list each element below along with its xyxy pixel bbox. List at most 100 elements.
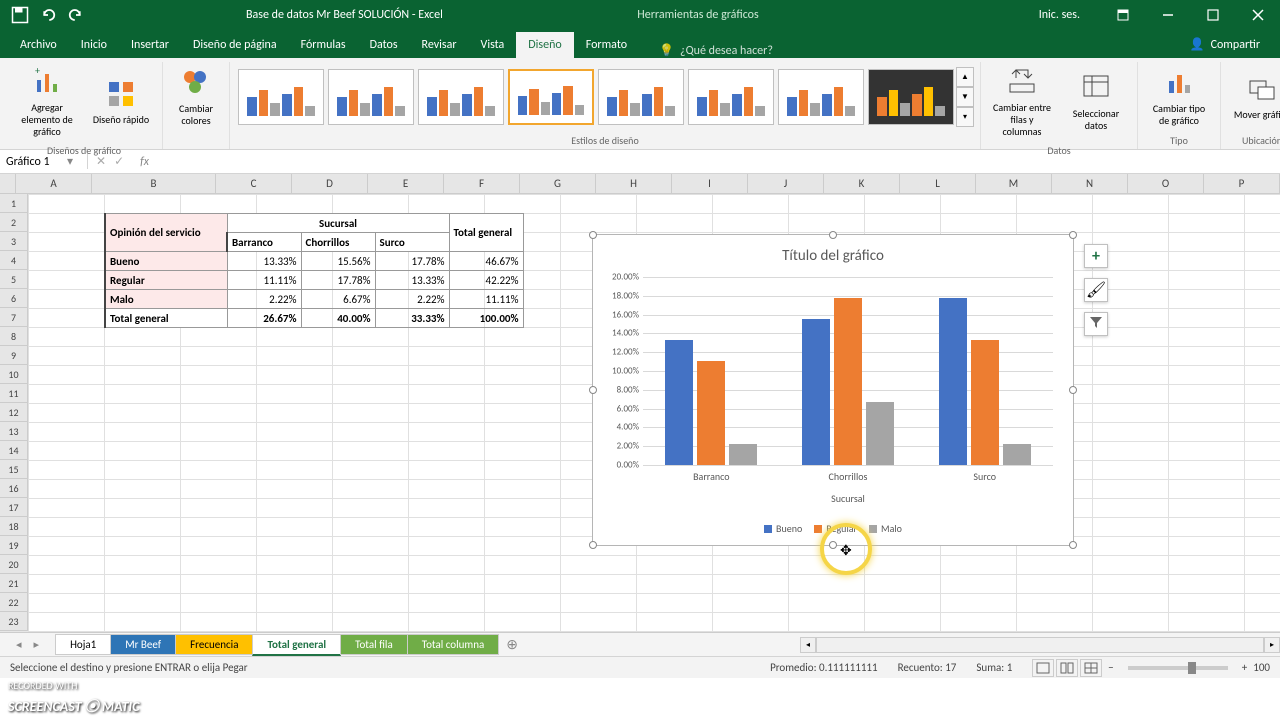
sheet-tab-hoja1[interactable]: Hoja1 [55, 634, 111, 655]
row-header-17[interactable]: 17 [0, 498, 28, 517]
fx-icon[interactable]: fx [132, 155, 157, 169]
cancel-formula-icon[interactable]: ✕ [96, 154, 106, 169]
sheet-tab-total-columna[interactable]: Total columna [407, 634, 500, 655]
chart-styles-gallery[interactable]: ▲▼▾ [236, 67, 974, 127]
ribbon-options-icon[interactable] [1100, 0, 1145, 30]
undo-icon[interactable] [38, 5, 58, 25]
row-header-2[interactable]: 2 [0, 213, 28, 232]
tab-diseno[interactable]: Diseño [516, 32, 573, 58]
row-header-4[interactable]: 4 [0, 251, 28, 270]
tab-revisar[interactable]: Revisar [410, 32, 469, 58]
chart-handle[interactable] [1069, 386, 1077, 394]
select-data-button[interactable]: Seleccionar datos [1061, 68, 1131, 136]
spreadsheet-grid[interactable]: 1234567891011121314151617181920212223 Op… [0, 194, 1280, 632]
styles-more-icon[interactable]: ▾ [956, 107, 974, 127]
column-header-A[interactable]: A [16, 174, 92, 193]
chart-handle[interactable] [1069, 231, 1077, 239]
row-header-21[interactable]: 21 [0, 574, 28, 593]
add-sheet-button[interactable]: ⊕ [498, 636, 526, 653]
column-header-M[interactable]: M [976, 174, 1052, 193]
hscroll-left-icon[interactable]: ◂ [800, 637, 816, 653]
row-header-19[interactable]: 19 [0, 536, 28, 555]
chart-style-7[interactable] [778, 69, 864, 125]
column-header-E[interactable]: E [368, 174, 444, 193]
chart-bar[interactable] [866, 402, 894, 465]
sign-in-link[interactable]: Inic. ses. [1039, 8, 1100, 22]
row-header-5[interactable]: 5 [0, 270, 28, 289]
column-header-N[interactable]: N [1052, 174, 1128, 193]
hscroll-track[interactable] [816, 637, 1264, 653]
tab-vista[interactable]: Vista [469, 32, 517, 58]
chart-style-6[interactable] [688, 69, 774, 125]
chart-handle[interactable] [829, 541, 837, 549]
column-header-F[interactable]: F [444, 174, 520, 193]
chart-bar[interactable] [802, 319, 830, 465]
chart-handle[interactable] [829, 231, 837, 239]
hscroll-right-icon[interactable]: ▸ [1264, 637, 1280, 653]
styles-scroll-down-icon[interactable]: ▼ [956, 87, 974, 107]
column-header-I[interactable]: I [672, 174, 748, 193]
name-box[interactable]: Gráfico 1 ▾ [0, 154, 88, 169]
column-header-K[interactable]: K [824, 174, 900, 193]
row-header-22[interactable]: 22 [0, 593, 28, 612]
column-header-G[interactable]: G [520, 174, 596, 193]
chart-bar[interactable] [939, 298, 967, 465]
name-box-dropdown-icon[interactable]: ▾ [67, 154, 81, 169]
accept-formula-icon[interactable]: ✓ [114, 154, 124, 169]
move-chart-button[interactable]: Mover gráfico [1227, 69, 1280, 125]
row-header-1[interactable]: 1 [0, 194, 28, 213]
column-header-H[interactable]: H [596, 174, 672, 193]
tab-formulas[interactable]: Fórmulas [289, 32, 358, 58]
change-colors-button[interactable]: Cambiar colores [169, 63, 223, 131]
row-header-3[interactable]: 3 [0, 232, 28, 251]
chart-handle[interactable] [1069, 541, 1077, 549]
column-header-J[interactable]: J [748, 174, 824, 193]
maximize-icon[interactable] [1190, 0, 1235, 30]
view-page-break-button[interactable] [1080, 659, 1102, 677]
row-header-20[interactable]: 20 [0, 555, 28, 574]
sheet-tab-mrbeef[interactable]: Mr Beef [110, 634, 176, 655]
chart-handle[interactable] [589, 541, 597, 549]
close-icon[interactable] [1235, 0, 1280, 30]
chart-style-4[interactable] [508, 69, 594, 125]
chart-x-axis-title[interactable]: Sucursal [643, 492, 1053, 505]
chart-bar[interactable] [834, 298, 862, 465]
column-header-L[interactable]: L [900, 174, 976, 193]
row-header-10[interactable]: 10 [0, 365, 28, 384]
sheet-nav-prev-icon[interactable]: ◂ [10, 638, 28, 651]
chart-style-2[interactable] [328, 69, 414, 125]
embedded-chart[interactable]: Título del gráfico 0.00%2.00%4.00%6.00%8… [592, 234, 1074, 546]
sheet-tab-total-fila[interactable]: Total fila [340, 634, 408, 655]
chart-styles-button[interactable]: 🖌 [1084, 278, 1108, 302]
add-chart-element-button[interactable]: + Agregar elemento de gráfico [12, 62, 82, 142]
chart-bar[interactable] [665, 340, 693, 465]
redo-icon[interactable] [66, 5, 86, 25]
share-button[interactable]: 👤 Compartir [1178, 31, 1272, 58]
tab-diseno-pagina[interactable]: Diseño de página [181, 32, 289, 58]
chart-handle[interactable] [589, 386, 597, 394]
row-header-14[interactable]: 14 [0, 441, 28, 460]
chart-style-3[interactable] [418, 69, 504, 125]
row-header-12[interactable]: 12 [0, 403, 28, 422]
tell-me-search[interactable]: 💡 ¿Qué desea hacer? [659, 43, 773, 58]
row-header-6[interactable]: 6 [0, 289, 28, 308]
chart-elements-button[interactable]: + [1084, 244, 1108, 268]
chart-bar[interactable] [729, 444, 757, 465]
column-header-B[interactable]: B [92, 174, 216, 193]
sheet-tab-total-general[interactable]: Total general [252, 634, 341, 656]
row-header-13[interactable]: 13 [0, 422, 28, 441]
tab-insertar[interactable]: Insertar [119, 32, 181, 58]
quick-layout-button[interactable]: Diseño rápido [86, 74, 156, 130]
pivot-table[interactable]: Opinión del servicio Sucursal Total gene… [104, 213, 524, 328]
chart-legend[interactable]: BuenoRegularMalo [593, 522, 1073, 535]
tab-inicio[interactable]: Inicio [69, 32, 119, 58]
view-page-layout-button[interactable] [1056, 659, 1078, 677]
column-header-C[interactable]: C [216, 174, 292, 193]
chart-bar[interactable] [1003, 444, 1031, 465]
minimize-icon[interactable] [1145, 0, 1190, 30]
column-header-P[interactable]: P [1204, 174, 1280, 193]
switch-row-column-button[interactable]: Cambiar entre filas y columnas [987, 62, 1057, 142]
select-all-corner[interactable] [0, 174, 16, 193]
chart-title[interactable]: Título del gráfico [593, 235, 1073, 271]
row-header-7[interactable]: 7 [0, 308, 28, 327]
